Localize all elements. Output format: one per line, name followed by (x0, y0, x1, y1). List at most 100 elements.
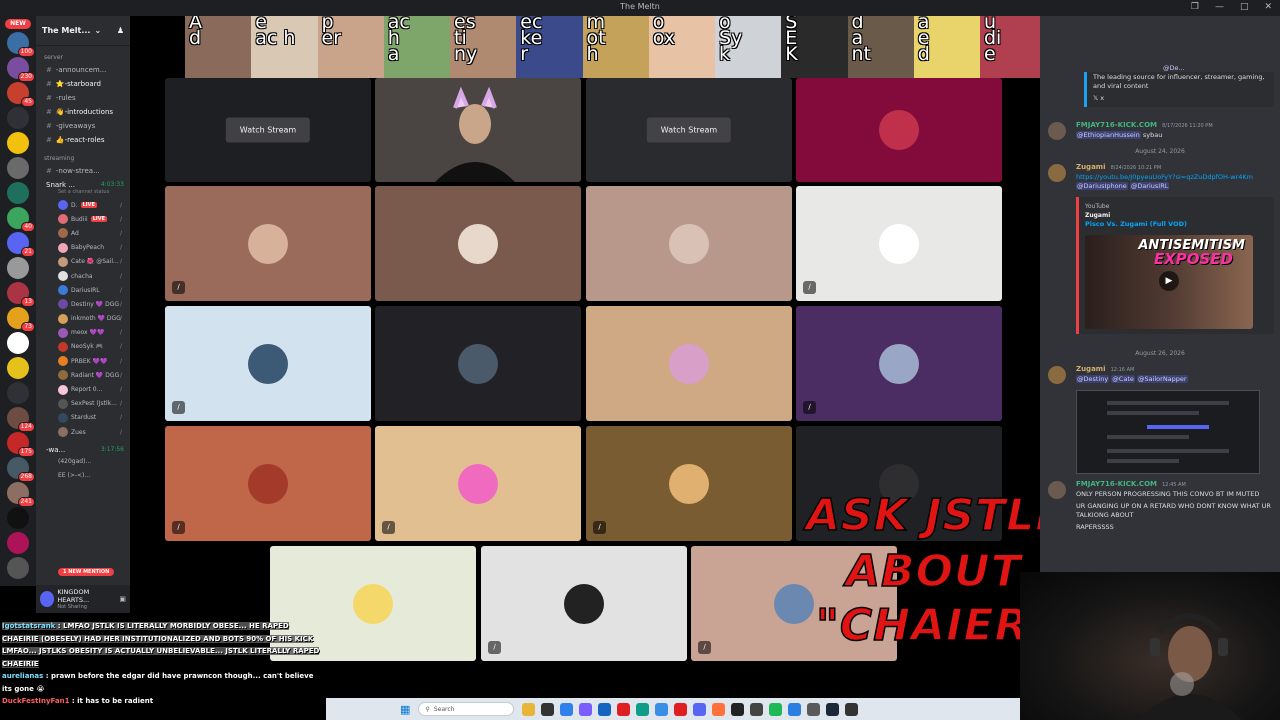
opera-icon[interactable] (617, 702, 631, 716)
server-icon[interactable]: 13 (7, 282, 35, 307)
participant-avatar[interactable] (774, 583, 814, 624)
voice-user[interactable]: Budiii LIVE ∕ (36, 212, 130, 226)
voice-user[interactable]: Report 0... ∕ (36, 382, 130, 396)
server-icon[interactable]: 73 (7, 307, 35, 332)
server-icon[interactable] (7, 507, 29, 529)
participant-tile[interactable] (796, 78, 1002, 182)
participant-avatar[interactable] (564, 583, 604, 624)
voice-user[interactable]: Stardust ∕ (36, 411, 130, 425)
server-icon[interactable] (7, 257, 29, 279)
avatar[interactable] (58, 327, 68, 338)
voice-user[interactable]: DariusIRL ∕ (36, 283, 130, 297)
participant-avatar[interactable] (458, 223, 498, 264)
avatar[interactable] (58, 242, 68, 253)
server-icon[interactable] (7, 132, 29, 154)
channel-item[interactable]: # 👍-react-roles (36, 133, 130, 147)
edge-icon[interactable] (636, 702, 650, 716)
voice-channel-snark[interactable]: Snark ... 4:03:33 (36, 178, 130, 189)
avatar[interactable] (58, 256, 68, 267)
voice-user[interactable]: meox 💜💜 ∕ (36, 326, 130, 340)
store-icon[interactable] (579, 702, 593, 716)
voice-user[interactable]: Cate 🌺 @Sail... ∕ (36, 255, 130, 269)
message-author[interactable]: Zugami (1076, 365, 1106, 373)
message-author[interactable]: Zugami (1076, 163, 1106, 171)
participant-avatar[interactable] (669, 223, 709, 264)
voice-user[interactable]: Zues ∕ (36, 425, 130, 439)
user-panel[interactable]: KINGDOM HEARTS... Not Sharing ▣ (36, 585, 130, 613)
voice-user[interactable]: BabyPeach ∕ (36, 241, 130, 255)
vscode-icon[interactable] (560, 702, 574, 716)
participant-tile[interactable]: ∕ (375, 426, 581, 541)
user-mention[interactable]: @Destiny (1076, 375, 1110, 383)
server-icon[interactable] (7, 157, 29, 179)
watch-stream-button[interactable]: Watch Stream (225, 117, 311, 143)
participant-avatar[interactable] (248, 463, 288, 504)
channel-now-streaming[interactable]: # -now-strea... (36, 164, 130, 178)
voice-user[interactable]: Ad ∕ (36, 226, 130, 240)
message-author[interactable]: FMJAY716-KICK.COM (1076, 121, 1157, 129)
server-icon[interactable] (7, 107, 29, 129)
participant-tile[interactable]: ∕ (796, 186, 1002, 301)
discord-icon[interactable] (693, 702, 707, 716)
video-thumbnail[interactable]: ANTISEMITISM EXPOSED ▶ (1085, 235, 1253, 329)
avatar[interactable] (58, 412, 68, 423)
participant-tile[interactable]: ∕ (586, 426, 792, 541)
avatar[interactable] (1048, 366, 1066, 384)
participant-avatar[interactable] (879, 110, 919, 150)
app-icon[interactable] (845, 702, 859, 716)
server-icon[interactable]: 45 (7, 82, 35, 107)
server-icon[interactable]: 268 (7, 457, 35, 482)
voice-user[interactable]: inkmoth 💜 DGG ∕ (36, 312, 130, 326)
server-icon[interactable] (7, 557, 29, 579)
server-icon[interactable] (7, 182, 29, 204)
link-embed[interactable]: @De... The leading source for influencer… (1084, 64, 1274, 107)
category-streaming[interactable]: streaming (36, 147, 130, 164)
avatar[interactable] (40, 591, 55, 607)
participant-avatar[interactable] (458, 463, 498, 504)
screen-share-icon[interactable]: ▣ (119, 595, 126, 603)
restore-icon[interactable]: ❐ (1191, 2, 1199, 12)
participant-avatar[interactable] (669, 343, 709, 384)
participant-tile[interactable]: ∕ (481, 546, 687, 661)
chat-message[interactable]: Zugami 12:16 AM @Destiny @Cate @SailorNa… (1040, 359, 1280, 386)
avatar[interactable] (1048, 481, 1066, 499)
channel-item[interactable]: # ⭐-starboard (36, 77, 130, 91)
steam-icon[interactable] (826, 702, 840, 716)
avatar[interactable] (58, 214, 68, 225)
obs-icon[interactable] (731, 702, 745, 716)
avatar[interactable] (58, 271, 68, 282)
watch-stream-button[interactable]: Watch Stream (646, 117, 732, 143)
voice-channel-status[interactable]: Set a channel status (36, 189, 130, 198)
server-icon[interactable]: 21 (7, 232, 35, 257)
avatar[interactable] (58, 200, 68, 211)
message-author[interactable]: FMJAY716-KICK.COM (1076, 480, 1157, 488)
server-icon[interactable]: 124 (7, 407, 35, 432)
voice-user[interactable]: NeoSyk 🎮 ∕ (36, 340, 130, 354)
voice-user[interactable]: EE (>-<)... (36, 468, 130, 482)
user-mention[interactable]: @DariusIRL (1129, 182, 1170, 190)
participant-tile[interactable]: Watch Stream (165, 78, 371, 182)
participant-avatar[interactable] (879, 223, 919, 264)
participant-avatar[interactable] (879, 343, 919, 384)
voice-user[interactable]: (420gad)... (36, 454, 130, 468)
server-icon[interactable]: 230 (7, 57, 35, 82)
chat-message[interactable]: Zugami 8/24/2026 10:21 PM https://youtu.… (1040, 157, 1280, 193)
terminal-icon[interactable] (541, 702, 555, 716)
participant-tile[interactable]: ∕ (165, 186, 371, 301)
channel-item[interactable]: # -giveaways (36, 119, 130, 133)
windows-start-icon[interactable]: ▦ (400, 703, 410, 716)
new-mention-badge[interactable]: 1 NEW MENTION (58, 568, 115, 576)
voice-user[interactable]: SexPest (Jstlk... ∕ (36, 397, 130, 411)
participant-avatar[interactable] (248, 223, 288, 264)
server-icon[interactable] (7, 357, 29, 379)
avatar[interactable] (58, 299, 68, 310)
image-attachment[interactable] (1076, 390, 1260, 474)
category-server[interactable]: server (36, 46, 130, 63)
play-icon[interactable]: ▶ (1159, 271, 1179, 291)
avatar[interactable] (58, 356, 68, 367)
server-icon[interactable]: 175 (7, 432, 35, 457)
avatar[interactable] (58, 370, 68, 381)
embed-channel[interactable]: Zugami (1085, 211, 1268, 220)
youtube-embed[interactable]: YouTube Zugami Pisco Vs. Zugami (Full VO… (1076, 197, 1274, 334)
server-icon[interactable]: 241 (7, 482, 35, 507)
